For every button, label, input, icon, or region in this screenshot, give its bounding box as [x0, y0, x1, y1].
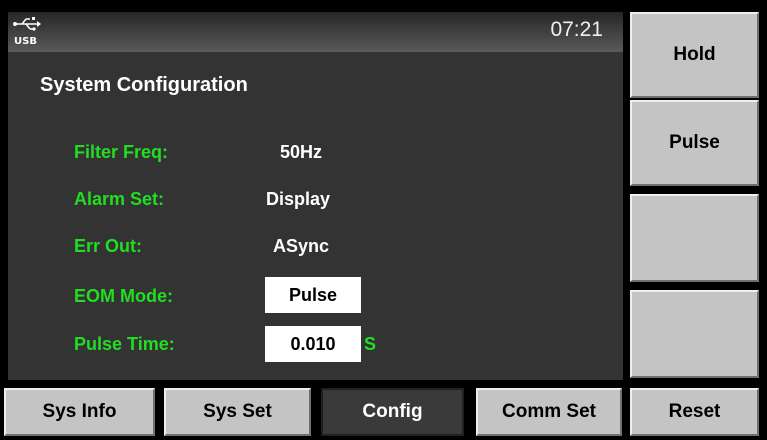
usb-icon: USB	[13, 17, 41, 47]
err-out-value[interactable]: ASync	[273, 236, 329, 257]
filter-freq-label: Filter Freq:	[74, 142, 169, 162]
alarm-set-value[interactable]: Display	[266, 189, 330, 210]
eom-mode-label: EOM Mode:	[74, 286, 173, 306]
hold-button[interactable]: Hold	[630, 12, 759, 98]
usb-label: USB	[14, 36, 37, 47]
filter-freq-value[interactable]: 50Hz	[280, 142, 322, 163]
tab-sys-info[interactable]: Sys Info	[4, 388, 155, 436]
softkey-3-button[interactable]	[630, 194, 759, 282]
softkey-4-button[interactable]	[630, 290, 759, 378]
pulse-time-field[interactable]: 0.010	[265, 326, 361, 362]
clock: 07:21	[550, 18, 603, 41]
page-title: System Configuration	[40, 74, 248, 96]
status-bar: USB 07:21	[8, 12, 623, 52]
reset-button[interactable]: Reset	[630, 388, 759, 436]
tab-config[interactable]: Config	[321, 388, 464, 436]
display-screen: USB 07:21 System Configuration Filter Fr…	[8, 12, 623, 380]
pulse-button[interactable]: Pulse	[630, 100, 759, 186]
err-out-label: Err Out:	[74, 236, 143, 256]
eom-mode-field[interactable]: Pulse	[265, 277, 361, 313]
pulse-time-label: Pulse Time:	[74, 334, 175, 354]
pulse-time-unit: S	[364, 334, 377, 354]
alarm-set-label: Alarm Set:	[74, 189, 165, 209]
tab-sys-set[interactable]: Sys Set	[164, 388, 311, 436]
tab-comm-set[interactable]: Comm Set	[476, 388, 622, 436]
